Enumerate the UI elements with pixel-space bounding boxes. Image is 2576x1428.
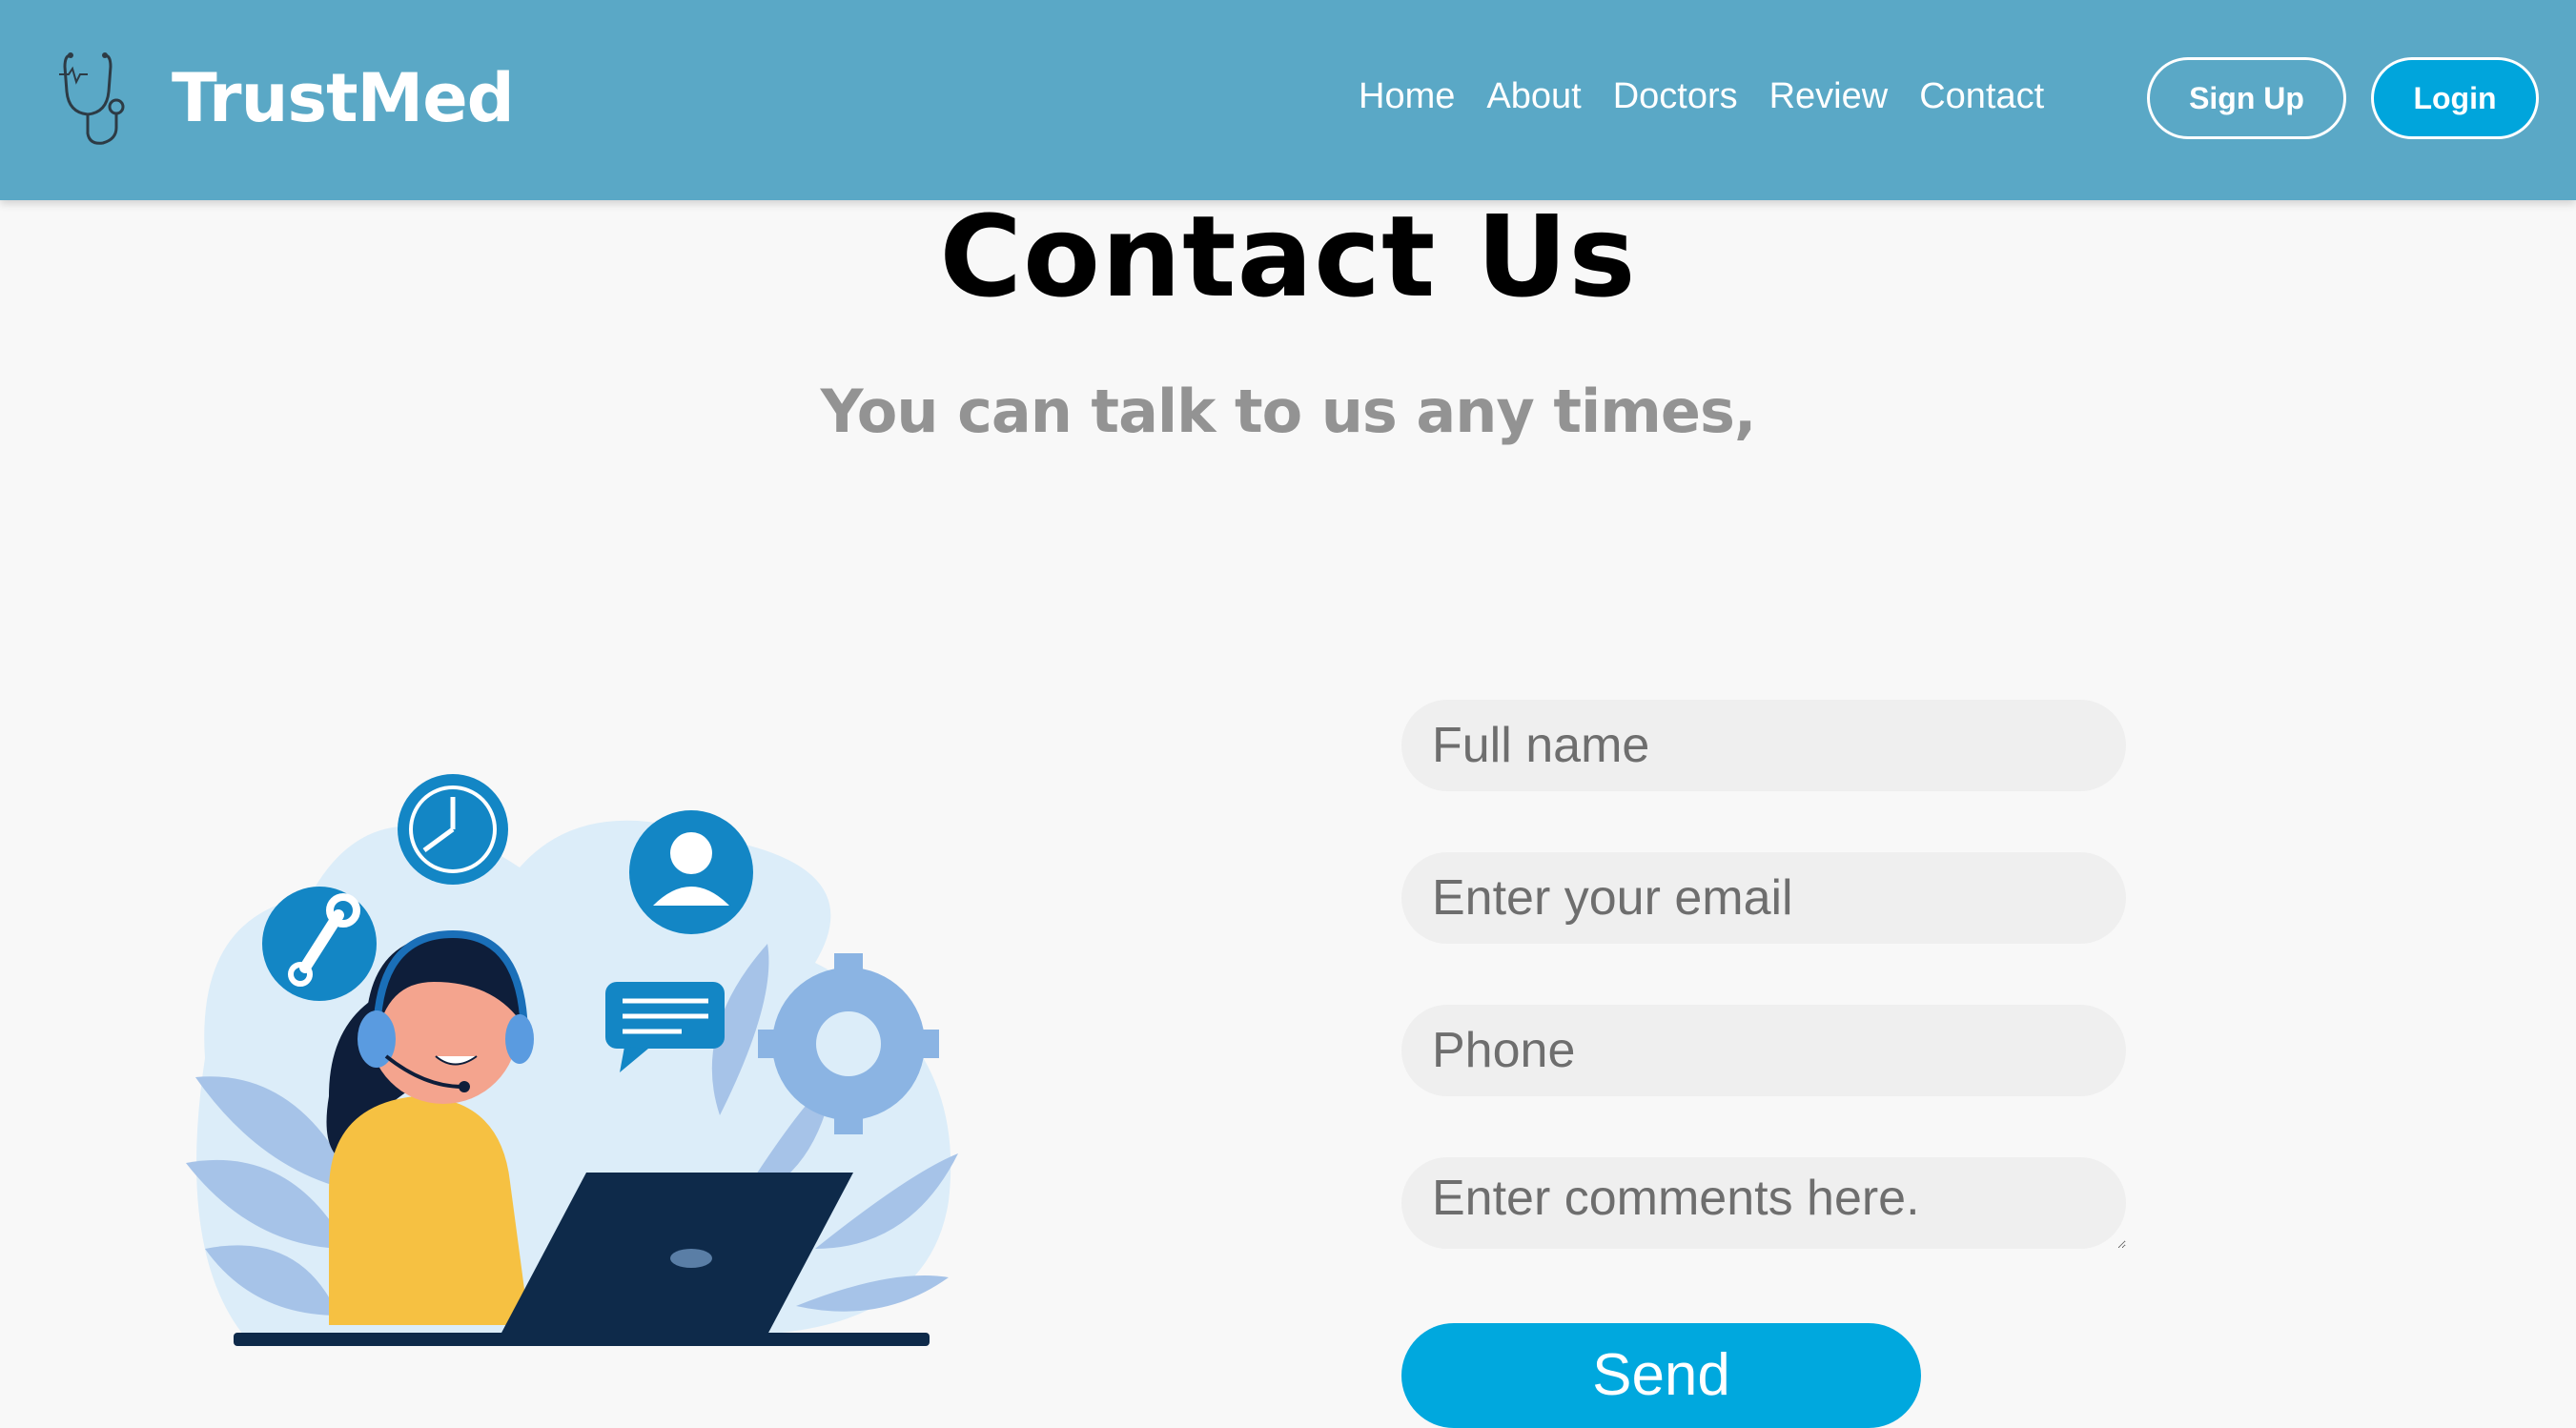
desk bbox=[234, 1333, 930, 1346]
login-button[interactable]: Login bbox=[2371, 57, 2539, 139]
main-navigation: Home About Doctors Review Contact bbox=[1359, 76, 2044, 117]
navbar: TrustMed Home About Doctors Review Conta… bbox=[0, 0, 2576, 200]
wrench-icon bbox=[262, 887, 377, 1001]
stethoscope-icon[interactable] bbox=[59, 46, 135, 151]
comments-textarea[interactable] bbox=[1401, 1157, 2126, 1249]
phone-input[interactable] bbox=[1401, 1005, 2126, 1096]
send-button[interactable]: Send bbox=[1401, 1323, 1921, 1428]
user-icon bbox=[629, 810, 753, 934]
nav-link-contact[interactable]: Contact bbox=[1919, 76, 2044, 117]
full-name-input[interactable] bbox=[1401, 700, 2126, 791]
brand-name[interactable]: TrustMed bbox=[172, 59, 515, 137]
customer-support-illustration bbox=[186, 774, 958, 1346]
nav-link-doctors[interactable]: Doctors bbox=[1613, 76, 1738, 117]
page-subtitle: You can talk to us any times, bbox=[820, 377, 1757, 446]
nav-link-review[interactable]: Review bbox=[1769, 76, 1889, 117]
sign-up-button[interactable]: Sign Up bbox=[2147, 57, 2346, 139]
nav-link-home[interactable]: Home bbox=[1359, 76, 1455, 117]
clock-icon bbox=[398, 774, 508, 885]
nav-link-about[interactable]: About bbox=[1486, 76, 1581, 117]
page-title: Contact Us bbox=[939, 191, 1637, 322]
email-input[interactable] bbox=[1401, 852, 2126, 944]
